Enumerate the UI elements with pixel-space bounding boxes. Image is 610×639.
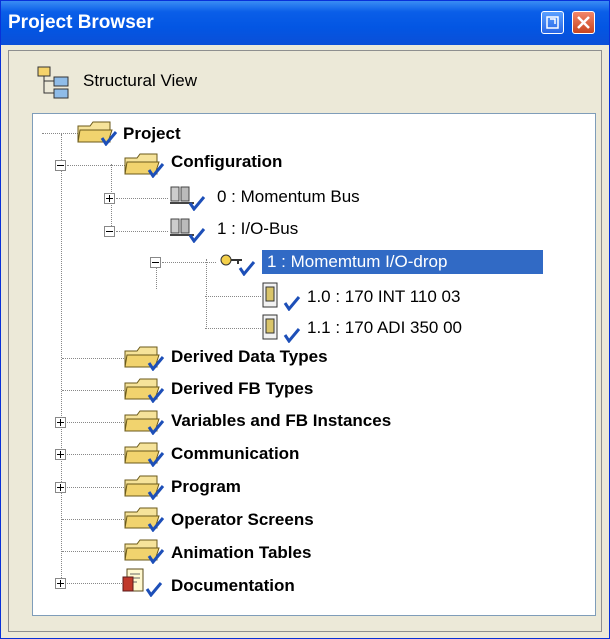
- tree-line: [62, 551, 124, 552]
- bus-icon: [168, 183, 208, 216]
- tree-line: [62, 519, 124, 520]
- tree-item-operator-screens[interactable]: Operator Screens: [171, 510, 314, 530]
- tree-item-derived-data-types[interactable]: Derived Data Types: [171, 347, 328, 367]
- folder-icon: [123, 343, 165, 376]
- tree-line: [206, 259, 207, 329]
- tree-line: [67, 583, 124, 584]
- tree-line: [42, 133, 80, 134]
- folder-icon: [123, 504, 165, 537]
- tree-line: [116, 198, 168, 199]
- tree-item-program[interactable]: Program: [171, 477, 241, 497]
- tree-item-project[interactable]: Project: [123, 124, 181, 144]
- expand-toggle[interactable]: [55, 578, 66, 589]
- folder-icon: [123, 536, 165, 569]
- tree-line: [67, 422, 124, 423]
- tree-item-configuration[interactable]: Configuration: [171, 152, 282, 172]
- io-drop-icon: [218, 248, 258, 281]
- tree-line: [67, 454, 124, 455]
- configuration-folder-icon: [123, 150, 165, 183]
- tree-item-communication[interactable]: Communication: [171, 444, 299, 464]
- tree-item-io-bus[interactable]: 1 : I/O-Bus: [217, 219, 298, 239]
- collapse-toggle[interactable]: [150, 257, 161, 268]
- tree-item-documentation[interactable]: Documentation: [171, 576, 295, 596]
- title-bar[interactable]: Project Browser: [1, 1, 609, 45]
- folder-icon: [123, 375, 165, 408]
- folder-icon: [123, 407, 165, 440]
- tree-line: [205, 328, 261, 329]
- folder-icon: [123, 439, 165, 472]
- tree-item-animation-tables[interactable]: Animation Tables: [171, 543, 311, 563]
- folder-icon: [123, 472, 165, 505]
- module-icon: [261, 313, 303, 348]
- tree-line: [116, 231, 168, 232]
- tree-line: [67, 165, 125, 166]
- collapse-toggle[interactable]: [104, 226, 115, 237]
- tree-item-derived-fb-types[interactable]: Derived FB Types: [171, 379, 313, 399]
- tree-line: [205, 296, 261, 297]
- window-title: Project Browser: [8, 12, 154, 33]
- tree-item-momentum-bus[interactable]: 0 : Momentum Bus: [217, 187, 360, 207]
- expand-toggle[interactable]: [104, 193, 115, 204]
- structural-view-label: Structural View: [83, 71, 198, 90]
- expand-toggle[interactable]: [55, 482, 66, 493]
- structural-view-icon: [36, 65, 72, 106]
- tree-item-module-1-1[interactable]: 1.1 : 170 ADI 350 00: [307, 318, 462, 338]
- tree-item-variables[interactable]: Variables and FB Instances: [171, 411, 391, 431]
- tree-line: [62, 358, 124, 359]
- restore-icon: [546, 16, 559, 29]
- bus-icon: [168, 215, 208, 248]
- tree-line: [162, 262, 216, 263]
- restore-button[interactable]: [541, 11, 564, 34]
- close-icon: [577, 16, 590, 29]
- tree-line: [67, 487, 124, 488]
- documentation-icon: [121, 567, 165, 602]
- tree-line: [61, 134, 62, 584]
- expand-toggle[interactable]: [55, 449, 66, 460]
- project-folder-icon: [76, 118, 118, 151]
- collapse-toggle[interactable]: [55, 160, 66, 171]
- tree-line: [62, 390, 124, 391]
- expand-toggle[interactable]: [55, 417, 66, 428]
- tree-item-io-drop[interactable]: 1 : Momemtum I/O-drop: [262, 250, 543, 274]
- tree-item-module-1-0[interactable]: 1.0 : 170 INT 110 03: [307, 287, 460, 307]
- close-button[interactable]: [572, 11, 595, 34]
- module-icon: [261, 281, 303, 316]
